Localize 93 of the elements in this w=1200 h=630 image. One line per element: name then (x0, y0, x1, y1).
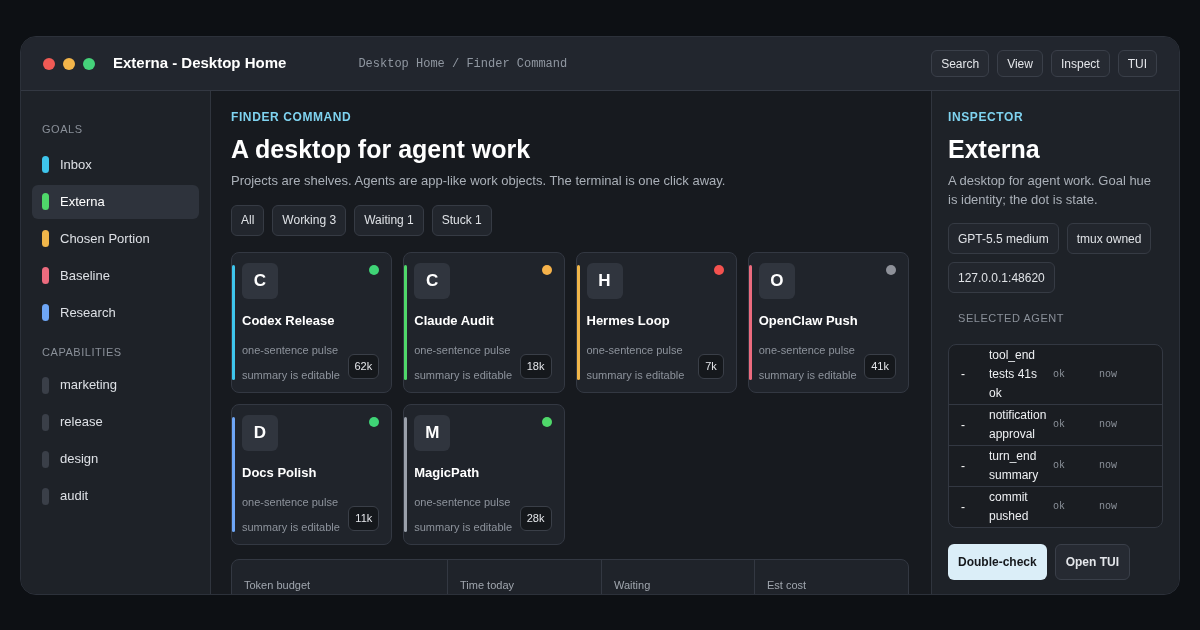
agent-pulse: one-sentence pulse (242, 343, 339, 359)
agent-pulse: one-sentence pulse (414, 343, 512, 359)
sidebar-item-label: audit (60, 487, 89, 506)
event-marker: - (960, 498, 966, 516)
sidebar-item[interactable]: marketing (32, 368, 199, 402)
section-heading: CAPABILITIES (41, 344, 123, 360)
event-time: now (1099, 459, 1117, 474)
agent-avatar: H (586, 262, 623, 299)
capability-bar (42, 450, 49, 468)
capability-bar (42, 413, 49, 431)
stat-label: Token budget (244, 578, 311, 591)
sidebar-item-label: design (60, 450, 99, 469)
eyebrow-label: INSPECTOR (948, 109, 1025, 126)
info-tag: tmux owned (1066, 223, 1152, 255)
token-badge: 28k (519, 505, 552, 531)
toolbar-button[interactable]: View (997, 50, 1043, 77)
action-button[interactable]: Double-check (948, 543, 1047, 580)
agent-card[interactable]: O OpenClaw Push one-sentence pulse summary is editable 41k (747, 251, 909, 393)
event-status: ok (1052, 418, 1066, 433)
agent-card[interactable]: H Hermes Loop one-sentence pulse summary is editable 7k (575, 251, 737, 393)
token-badge: 41k (864, 353, 896, 379)
sidebar-item[interactable]: Baseline (32, 258, 199, 293)
toolbar-button[interactable]: Inspect (1050, 50, 1110, 77)
inspector-description: A desktop for agent work. Goal hue is identity; the dot is state. (948, 172, 1153, 210)
agent-card[interactable]: D Docs Polish one-sentence pulse summary is editable 11k (231, 403, 393, 545)
event-status: ok (1052, 459, 1066, 474)
toolbar-button[interactable]: TUI (1117, 50, 1157, 77)
sidebar-item-label: Baseline (60, 266, 110, 285)
sidebar-item-label: Externa (60, 192, 105, 211)
agent-name: Hermes Loop (586, 311, 671, 330)
event-marker: - (960, 457, 966, 475)
stat-label: Time today (460, 578, 514, 591)
agent-avatar: O (758, 262, 795, 299)
agent-name: Claude Audit (414, 311, 495, 330)
event-status: ok (1052, 500, 1066, 515)
page-subtitle: Projects are shelves. Agents are app-like work objects. The terminal is one click away. (231, 172, 727, 191)
agent-pulse: one-sentence pulse (586, 343, 684, 359)
agent-pulse: one-sentence pulse (242, 495, 339, 511)
stat-label: Est cost (767, 578, 807, 591)
event-status: ok (1052, 367, 1066, 382)
filter-chip[interactable]: All (231, 204, 265, 236)
agent-avatar: M (414, 414, 451, 451)
info-tag: GPT-5.5 medium (948, 223, 1059, 255)
sidebar-item[interactable]: Inbox (32, 147, 199, 182)
sidebar-item[interactable]: Externa (32, 184, 199, 219)
sidebar-item[interactable]: release (32, 405, 199, 439)
event-text: commit pushed (989, 488, 1030, 525)
sidebar-item-label: Chosen Portion (60, 229, 150, 248)
eyebrow-label: FINDER COMMAND (231, 109, 353, 126)
section-heading: SELECTED AGENT (957, 311, 1066, 327)
window-title: Externa - Desktop Home (113, 53, 287, 74)
event-time: now (1099, 418, 1117, 433)
sidebar-item[interactable]: design (32, 442, 199, 476)
toolbar-button[interactable]: Search (931, 50, 990, 77)
agent-avatar: D (242, 414, 278, 451)
agent-card[interactable]: M MagicPath one-sentence pulse summary is editable 28k (403, 403, 565, 545)
breadcrumb: Desktop Home / Finder Command (358, 55, 568, 73)
inspector-title: Externa (948, 134, 1041, 165)
token-badge: 7k (698, 353, 724, 379)
token-badge: 62k (347, 353, 380, 379)
sidebar-item-label: release (60, 413, 103, 432)
capability-bar (42, 376, 49, 394)
filter-chip[interactable]: Waiting 1 (354, 204, 424, 236)
agent-name: OpenClaw Push (758, 311, 859, 330)
event-marker: - (960, 416, 966, 434)
agent-pulse: one-sentence pulse (414, 495, 512, 511)
agent-avatar: C (414, 262, 451, 299)
page-title: A desktop for agent work (231, 134, 532, 165)
filter-chip[interactable]: Stuck 1 (431, 204, 492, 236)
agent-name: MagicPath (414, 463, 481, 482)
event-time: now (1099, 500, 1117, 515)
action-button[interactable]: Open TUI (1054, 543, 1131, 580)
agent-card[interactable]: C Claude Audit one-sentence pulse summary is editable 18k (403, 251, 565, 393)
agent-name: Docs Polish (242, 463, 318, 482)
agent-pulse: one-sentence pulse (758, 343, 856, 359)
agent-card[interactable]: C Codex Release one-sentence pulse summary is editable 62k (231, 251, 393, 393)
sidebar-item[interactable]: audit (32, 479, 199, 513)
agent-avatar: C (242, 262, 278, 299)
sidebar-item[interactable]: Research (32, 295, 199, 330)
capability-bar (42, 487, 49, 505)
agent-name: Codex Release (242, 311, 336, 330)
event-time: now (1099, 367, 1117, 382)
token-badge: 11k (348, 505, 380, 531)
token-badge: 18k (519, 353, 552, 379)
sidebar-item-label: Research (60, 303, 116, 322)
sidebar-item[interactable]: Chosen Portion (32, 221, 199, 256)
section-heading: GOALS (41, 122, 84, 137)
filter-chip[interactable]: Working 3 (272, 204, 347, 236)
sidebar-item-label: Inbox (60, 155, 92, 174)
stat-label: Waiting (614, 578, 651, 591)
sidebar-item-label: marketing (60, 376, 118, 395)
event-marker: - (960, 366, 966, 384)
info-tag: 127.0.0.1:48620 (948, 262, 1055, 294)
